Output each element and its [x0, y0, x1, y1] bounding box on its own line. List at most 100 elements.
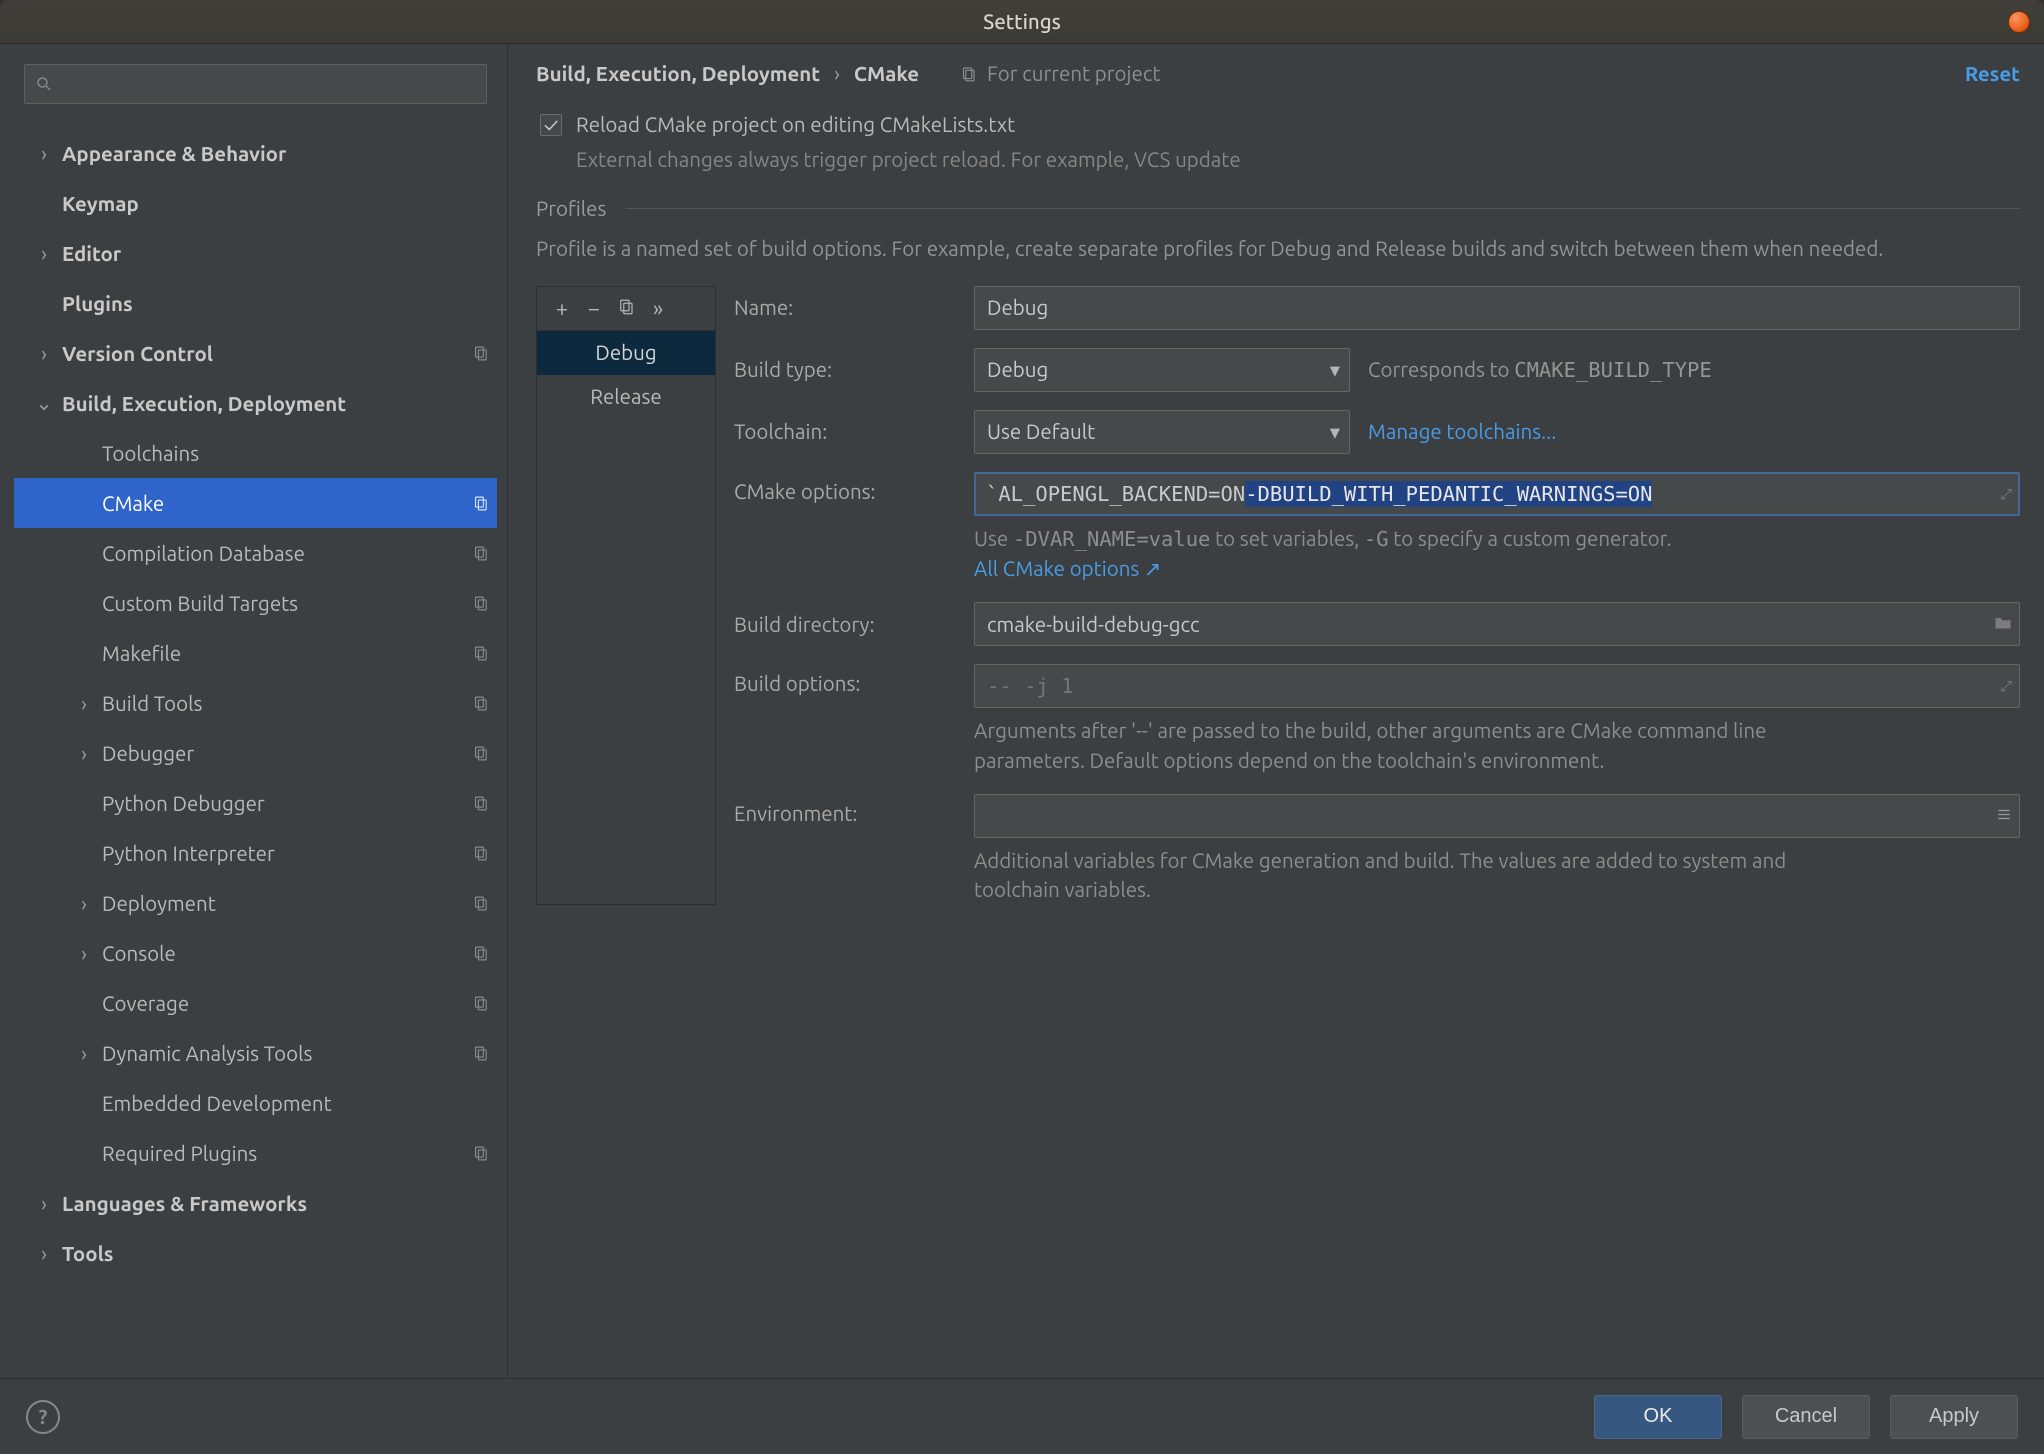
sidebar-item-coverage[interactable]: ›Coverage	[14, 978, 497, 1028]
project-copy-icon	[959, 65, 977, 83]
add-profile-button[interactable]: +	[547, 296, 577, 321]
sidebar-item-makefile[interactable]: ›Makefile	[14, 628, 497, 678]
sidebar-item-build-execution-deployment[interactable]: ⌄ Build, Execution, Deployment	[14, 378, 497, 428]
build-directory-label: Build directory:	[734, 613, 964, 636]
for-current-project-label: For current project	[959, 62, 1160, 85]
reload-cmake-checkbox[interactable]: ✓	[540, 114, 562, 136]
chevron-right-icon: ›	[72, 1042, 96, 1065]
sidebar-item-dynamic-analysis-tools[interactable]: › Dynamic Analysis Tools	[14, 1028, 497, 1078]
window-title: Settings	[983, 10, 1061, 33]
environment-field[interactable]	[974, 794, 2020, 838]
sidebar-item-label: Appearance & Behavior	[62, 142, 489, 165]
settings-tree: ›Appearance & Behavior›Keymap›Editor›Plu…	[14, 128, 497, 1370]
sidebar-item-label: Required Plugins	[102, 1142, 466, 1165]
sidebar-item-build-tools[interactable]: ›Build Tools	[14, 678, 497, 728]
sidebar-item-python-interpreter[interactable]: ›Python Interpreter	[14, 828, 497, 878]
sidebar-item-appearance-behavior[interactable]: ›Appearance & Behavior	[14, 128, 497, 178]
project-copy-icon	[472, 1045, 489, 1062]
sidebar-item-toolchains[interactable]: ›Toolchains	[14, 428, 497, 478]
project-copy-icon	[472, 995, 489, 1012]
sidebar-item-label: CMake	[102, 492, 466, 515]
all-cmake-options-link[interactable]: All CMake options ↗	[974, 557, 1161, 580]
apply-button[interactable]: Apply	[1890, 1395, 2018, 1439]
sidebar-item-label: Toolchains	[102, 442, 489, 465]
profiles-list-panel: + − » DebugRelease	[536, 286, 716, 905]
sidebar-item-label: Build, Execution, Deployment	[62, 392, 489, 415]
toolchain-select[interactable]: Use Default	[974, 410, 1350, 454]
sidebar-item-languages-frameworks[interactable]: › Languages & Frameworks	[14, 1178, 497, 1228]
sidebar-item-label: Python Debugger	[102, 792, 466, 815]
profile-item-release[interactable]: Release	[537, 375, 715, 419]
help-button[interactable]: ?	[26, 1400, 60, 1434]
cancel-button[interactable]: Cancel	[1742, 1395, 1870, 1439]
sidebar-item-label: Debugger	[102, 742, 466, 765]
chevron-right-icon: ›	[834, 62, 840, 85]
project-copy-icon	[472, 745, 489, 762]
manage-toolchains-link[interactable]: Manage toolchains...	[1368, 420, 1556, 443]
ok-button[interactable]: OK	[1594, 1395, 1722, 1439]
sidebar-item-label: Keymap	[62, 192, 489, 215]
cmake-options-field[interactable]: `AL_OPENGL_BACKEND=ON -DBUILD_WITH_PEDAN…	[974, 472, 2020, 516]
project-copy-icon	[472, 695, 489, 712]
close-icon[interactable]	[2008, 11, 2030, 33]
chevron-right-icon: ›	[32, 342, 56, 365]
sidebar-item-plugins[interactable]: ›Plugins	[14, 278, 497, 328]
search-icon	[35, 75, 53, 93]
project-copy-icon	[472, 495, 489, 512]
name-label: Name:	[734, 296, 964, 319]
project-copy-icon	[472, 845, 489, 862]
profiles-section-desc: Profile is a named set of build options.…	[536, 234, 2020, 264]
sidebar-item-label: Embedded Development	[102, 1092, 489, 1115]
sidebar-item-custom-build-targets[interactable]: ›Custom Build Targets	[14, 578, 497, 628]
name-field[interactable]	[974, 286, 2020, 330]
chevron-right-icon: ›	[32, 1192, 56, 1215]
breadcrumb-seg1: Build, Execution, Deployment	[536, 62, 820, 85]
environment-hint: Additional variables for CMake generatio…	[974, 846, 1854, 905]
copy-profile-button[interactable]	[611, 296, 641, 321]
breadcrumb-seg2: CMake	[854, 62, 919, 85]
breadcrumb: Build, Execution, Deployment › CMake For…	[536, 62, 2020, 85]
sidebar-item-label: Deployment	[102, 892, 466, 915]
project-copy-icon	[472, 545, 489, 562]
sidebar-item-label: Plugins	[62, 292, 489, 315]
sidebar-item-label: Python Interpreter	[102, 842, 466, 865]
sidebar-item-label: Makefile	[102, 642, 466, 665]
sidebar-item-keymap[interactable]: ›Keymap	[14, 178, 497, 228]
sidebar-item-python-debugger[interactable]: ›Python Debugger	[14, 778, 497, 828]
cmake-options-hint: Use -DVAR_NAME=value to set variables, -…	[974, 524, 2020, 584]
project-copy-icon	[472, 345, 489, 362]
chevron-right-icon: ›	[72, 742, 96, 765]
project-copy-icon	[472, 945, 489, 962]
sidebar-item-label: Dynamic Analysis Tools	[102, 1042, 466, 1065]
sidebar-item-console[interactable]: ›Console	[14, 928, 497, 978]
build-type-select[interactable]: Debug	[974, 348, 1350, 392]
sidebar-item-editor[interactable]: ›Editor	[14, 228, 497, 278]
chevron-right-icon: ›	[72, 692, 96, 715]
sidebar-item-debugger[interactable]: › Debugger	[14, 728, 497, 778]
sidebar-item-version-control[interactable]: ›Version Control	[14, 328, 497, 378]
sidebar-item-label: Tools	[62, 1242, 489, 1265]
reset-button[interactable]: Reset	[1965, 62, 2020, 85]
sidebar-item-deployment[interactable]: ›Deployment	[14, 878, 497, 928]
build-options-field[interactable]	[974, 664, 2020, 708]
more-profiles-button[interactable]: »	[643, 296, 673, 321]
sidebar-item-label: Custom Build Targets	[102, 592, 466, 615]
sidebar-item-required-plugins[interactable]: ›Required Plugins	[14, 1128, 497, 1178]
settings-main: Build, Execution, Deployment › CMake For…	[508, 44, 2044, 1378]
build-directory-field[interactable]	[974, 602, 2020, 646]
search-input[interactable]	[24, 64, 487, 104]
sidebar-item-label: Languages & Frameworks	[62, 1192, 489, 1215]
sidebar-item-tools[interactable]: ›Tools	[14, 1228, 497, 1278]
settings-sidebar: ›Appearance & Behavior›Keymap›Editor›Plu…	[0, 44, 508, 1378]
chevron-down-icon: ⌄	[32, 391, 56, 415]
project-copy-icon	[472, 1145, 489, 1162]
profile-form: Name: Build type: Debug ▾ Corresponds to…	[734, 286, 2020, 905]
build-type-label: Build type:	[734, 358, 964, 381]
sidebar-item-cmake[interactable]: ›CMake	[14, 478, 497, 528]
profile-item-debug[interactable]: Debug	[537, 331, 715, 375]
remove-profile-button[interactable]: −	[579, 296, 609, 321]
sidebar-item-compilation-database[interactable]: ›Compilation Database	[14, 528, 497, 578]
project-copy-icon	[472, 645, 489, 662]
sidebar-item-label: Editor	[62, 242, 489, 265]
sidebar-item-embedded-development[interactable]: ›Embedded Development	[14, 1078, 497, 1128]
